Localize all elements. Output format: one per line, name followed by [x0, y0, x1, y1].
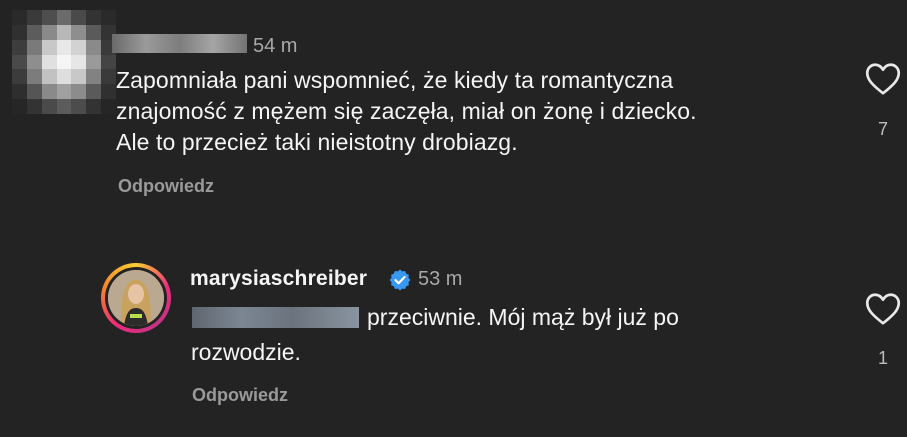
mention-blurred[interactable] — [192, 307, 359, 328]
comment-timestamp: 54 m — [253, 35, 298, 57]
reply-text-line: przeciwnie. Mój mąż był już po — [367, 304, 679, 330]
like-count: 7 — [877, 119, 888, 139]
avatar-blurred[interactable] — [12, 10, 116, 114]
comment-line: Ale to przecież taki nieistotny drobiazg… — [116, 129, 518, 155]
avatar[interactable] — [101, 263, 171, 333]
comment-text: Zapomniała pani wspomnieć, że kiedy ta r… — [116, 65, 836, 158]
username-link[interactable]: marysiaschreiber — [190, 267, 367, 291]
username-blurred[interactable] — [112, 34, 247, 53]
like-count: 1 — [877, 348, 888, 368]
heart-icon[interactable] — [865, 292, 901, 326]
profile-photo — [108, 270, 164, 326]
heart-icon[interactable] — [865, 62, 901, 96]
comment-timestamp: 53 m — [418, 268, 463, 290]
reply-text-line: rozwodzie. — [191, 339, 301, 365]
comment-line: znajomość z mężem się zaczęła, miał on ż… — [116, 98, 697, 124]
reply-button[interactable]: Odpowiedz — [192, 385, 288, 406]
comment-line: Zapomniała pani wspomnieć, że kiedy ta r… — [116, 67, 674, 93]
reply-button[interactable]: Odpowiedz — [118, 176, 214, 197]
verified-badge-icon — [388, 268, 412, 292]
